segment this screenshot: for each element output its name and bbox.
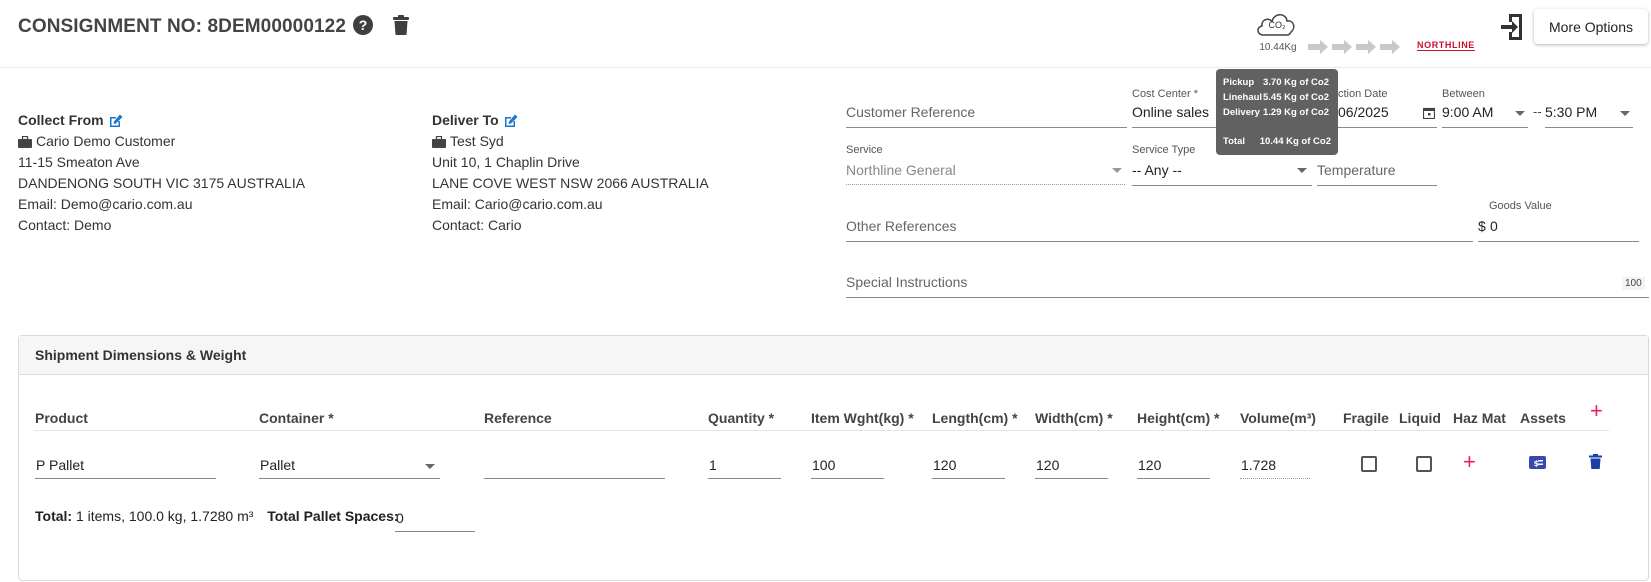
add-row-icon[interactable]: +: [1590, 400, 1603, 422]
edit-icon[interactable]: [109, 114, 123, 128]
char-counter: 100: [1622, 277, 1645, 290]
totals-line: Total: 1 items, 100.0 kg, 1.7280 m³ Tota…: [35, 508, 399, 524]
height-input[interactable]: 120: [1137, 453, 1210, 479]
more-options-button[interactable]: More Options: [1534, 9, 1648, 44]
col-quantity: Quantity *: [708, 410, 775, 426]
time-separator: --: [1533, 104, 1542, 119]
time-to-select[interactable]: 5:30 PM: [1545, 88, 1633, 128]
carrier-logo: NORTHLINE: [1417, 40, 1475, 50]
collect-from-block: Collect From Cario Demo Customer 11-15 S…: [18, 110, 305, 236]
deliver-address1: Unit 10, 1 Chaplin Drive: [432, 154, 580, 170]
delete-row-icon[interactable]: [1589, 454, 1602, 469]
weight-input[interactable]: 100: [811, 453, 884, 479]
add-haz-mat-icon[interactable]: +: [1463, 451, 1476, 473]
length-input[interactable]: 120: [932, 453, 1005, 479]
col-width: Width(cm) *: [1035, 410, 1113, 426]
quantity-input[interactable]: 1: [708, 453, 781, 479]
width-input[interactable]: 120: [1035, 453, 1108, 479]
container-select[interactable]: Pallet: [259, 453, 440, 479]
header-divider: [34, 430, 1609, 431]
chevron-down-icon: [1297, 168, 1307, 173]
shipment-panel-title: Shipment Dimensions & Weight: [35, 347, 247, 363]
calendar-icon[interactable]: [1423, 107, 1435, 119]
trash-icon[interactable]: [392, 15, 410, 36]
deliver-address2: LANE COVE WEST NSW 2066 AUSTRALIA: [432, 175, 709, 191]
chevron-down-icon: [1620, 111, 1630, 116]
col-reference: Reference: [484, 410, 552, 426]
col-haz-mat: Haz Mat: [1453, 410, 1506, 426]
collection-date-input[interactable]: ction Date 06/2025: [1338, 88, 1437, 128]
export-icon[interactable]: [1500, 12, 1526, 42]
other-references-input[interactable]: Other References: [846, 200, 1473, 242]
col-fragile: Fragile: [1343, 410, 1389, 426]
collect-contact: Contact: Demo: [18, 217, 112, 233]
col-assets: Assets: [1520, 410, 1566, 426]
reference-input[interactable]: [484, 453, 665, 479]
totals-label: Total:: [35, 508, 73, 524]
product-input[interactable]: P Pallet: [35, 453, 216, 479]
edit-icon[interactable]: [504, 114, 518, 128]
liquid-checkbox[interactable]: [1416, 456, 1432, 472]
pallet-spaces-input[interactable]: 0: [395, 506, 475, 532]
col-liquid: Liquid: [1399, 410, 1441, 426]
co2-icon-text: CO₂: [1268, 20, 1286, 30]
deliver-contact: Contact: Cario: [432, 217, 522, 233]
deliver-company: Test Syd: [450, 133, 504, 149]
tooltip-row-pickup: Pickup 3.70 Kg of Co2: [1223, 77, 1329, 88]
co2-total: 10.44Kg: [1259, 42, 1297, 53]
tooltip-row-linehaul: Linehaul 5.45 Kg of Co2: [1223, 92, 1329, 103]
page-header: CONSIGNMENT NO: 8DEM00000122 ? CO₂ 10.44…: [0, 0, 1651, 68]
briefcase-icon: [432, 136, 446, 148]
tooltip-row-total: Total 10.44 Kg of Co2: [1223, 136, 1331, 147]
pallet-spaces-label: Total Pallet Spaces:: [267, 508, 399, 524]
time-from-select[interactable]: Between 9:00 AM: [1442, 88, 1528, 128]
deliver-to-label: Deliver To: [432, 112, 499, 128]
collect-address1: 11-15 Smeaton Ave: [18, 154, 140, 170]
customer-reference-input[interactable]: Customer Reference: [846, 88, 1127, 128]
chevron-down-icon: [425, 464, 435, 469]
col-item-weight: Item Wght(kg) *: [811, 410, 914, 426]
help-icon[interactable]: ?: [353, 15, 373, 35]
col-container: Container *: [259, 410, 334, 426]
page-title: CONSIGNMENT NO: 8DEM00000122: [18, 16, 347, 37]
col-product: Product: [35, 410, 88, 426]
shipment-panel-header: Shipment Dimensions & Weight: [19, 336, 1648, 375]
service-select[interactable]: Service Northline General: [846, 144, 1125, 186]
deliver-to-block: Deliver To Test Syd Unit 10, 1 Chaplin D…: [432, 110, 709, 236]
co2-tooltip: Pickup 3.70 Kg of Co2 Linehaul 5.45 Kg of …: [1216, 69, 1338, 155]
arrow-chain-icon: [1308, 40, 1400, 54]
collect-from-label: Collect From: [18, 112, 104, 128]
briefcase-icon: [18, 136, 32, 148]
assets-icon[interactable]: $: [1529, 456, 1546, 469]
col-height: Height(cm) *: [1137, 410, 1220, 426]
totals-value: 1 items, 100.0 kg, 1.7280 m³: [75, 508, 254, 524]
chevron-down-icon: [1515, 111, 1525, 116]
col-length: Length(cm) *: [932, 410, 1018, 426]
volume-field: 1.728: [1240, 453, 1310, 479]
collect-email: Email: Demo@cario.com.au: [18, 196, 193, 212]
special-instructions-input[interactable]: Special Instructions: [846, 256, 1649, 298]
fragile-checkbox[interactable]: [1361, 456, 1377, 472]
deliver-email: Email: Cario@cario.com.au: [432, 196, 603, 212]
chevron-down-icon: [1112, 168, 1122, 173]
collect-company: Cario Demo Customer: [36, 133, 176, 149]
goods-value-input[interactable]: Goods Value $ 0: [1478, 200, 1639, 242]
col-volume: Volume(m³): [1240, 410, 1316, 426]
collect-address2: DANDENONG SOUTH VIC 3175 AUSTRALIA: [18, 175, 306, 191]
tooltip-row-delivery: Delivery 1.29 Kg of Co2: [1223, 107, 1329, 118]
